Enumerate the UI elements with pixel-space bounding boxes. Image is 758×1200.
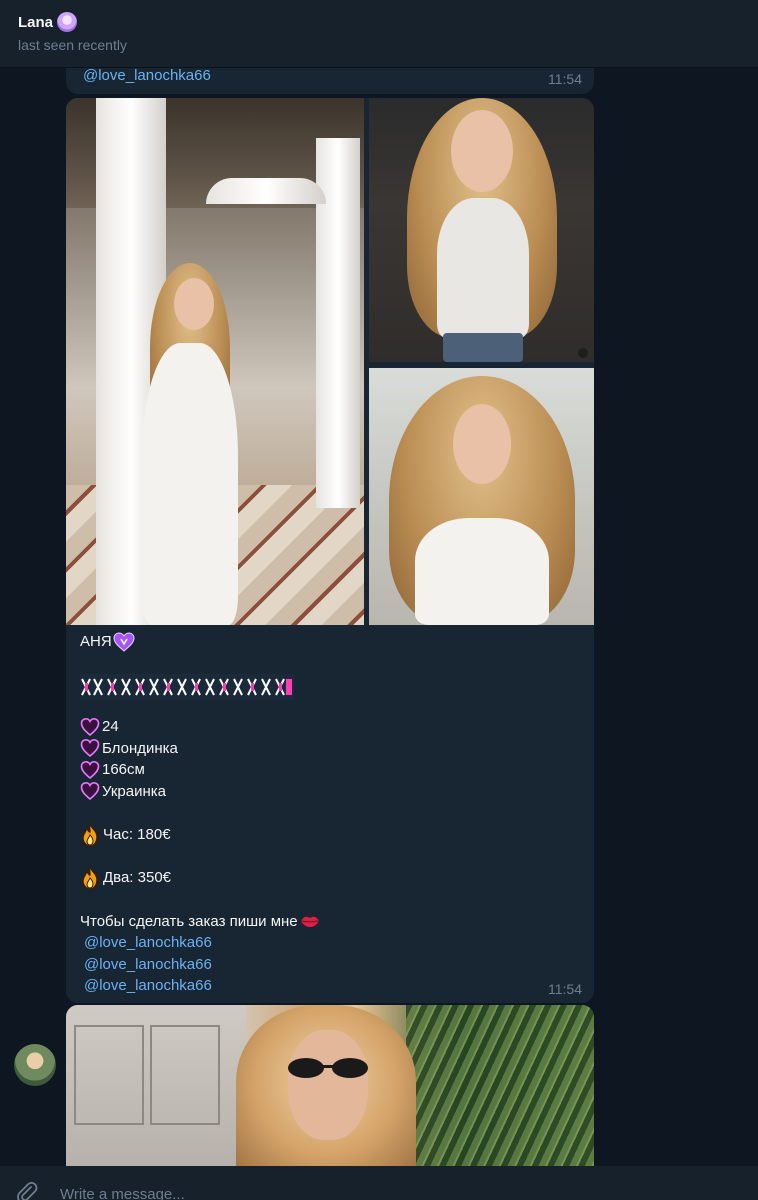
watermark-icon	[578, 348, 588, 358]
message-composer	[0, 1166, 758, 1200]
heart-outline-icon	[80, 717, 100, 737]
photo-person-blouse	[415, 518, 549, 625]
pink-patterned-banner	[80, 674, 294, 700]
previous-message-bubble: @love_lanochka66 11:54	[66, 68, 594, 94]
photo-person-face	[174, 278, 214, 330]
photo-person-face	[451, 110, 513, 192]
detail-age: 24	[80, 716, 580, 738]
fire-icon	[80, 822, 100, 847]
lips-icon	[300, 914, 320, 928]
photo-person-jeans	[443, 333, 523, 362]
fire-icon	[80, 866, 100, 890]
heart-outline-icon	[80, 738, 100, 758]
sunglasses-icon	[288, 1058, 368, 1078]
caption-title-line: АНЯ	[80, 631, 580, 653]
detail-nationality-text: Украинка	[102, 782, 166, 800]
order-line: Чтобы сделать заказ пиши мне	[80, 911, 580, 933]
photo-truck-panel	[74, 1025, 144, 1125]
message-time: 11:54	[548, 981, 582, 997]
photo-truck	[66, 1005, 246, 1166]
photo-truck-panel	[150, 1025, 220, 1125]
photo-person-dress	[142, 343, 238, 625]
message-input[interactable]	[60, 1185, 660, 1200]
detail-height: 166см	[80, 759, 580, 781]
chat-header[interactable]: Lana last seen recently	[0, 0, 758, 68]
order-text: Чтобы сделать заказ пиши мне	[80, 912, 298, 930]
mention-link[interactable]: @love_lanochka66	[83, 68, 211, 86]
message-caption: АНЯ 24 Блондинка 166см Украинка Час: 180…	[80, 631, 580, 997]
mention-link[interactable]: @love_lanochka66	[84, 954, 580, 976]
mention-link[interactable]: @love_lanochka66	[84, 975, 580, 997]
photo-person-face	[288, 1030, 368, 1140]
chat-status: last seen recently	[18, 37, 127, 53]
chat-title[interactable]: Lana	[18, 12, 740, 32]
paperclip-icon[interactable]	[14, 1180, 40, 1200]
caption-title: АНЯ	[80, 633, 112, 650]
message-bubble: АНЯ 24 Блондинка 166см Украинка Час: 180…	[66, 98, 594, 1003]
photo-palm-trees	[406, 1005, 594, 1166]
photo-woman-white-dress-arches[interactable]	[66, 98, 364, 625]
price-two-hours-text: Два: 350€	[103, 869, 172, 887]
flower-icon	[57, 12, 78, 32]
photo-woman-white-blouse-light-background[interactable]	[369, 368, 594, 625]
price-hour-text: Час: 180€	[103, 825, 171, 843]
detail-hair: Блондинка	[80, 738, 580, 760]
detail-hair-text: Блондинка	[102, 739, 178, 757]
photo-person-top	[437, 198, 529, 338]
photo-woman-sunglasses-palm-trees[interactable]	[66, 1005, 594, 1166]
mention-link[interactable]: @love_lanochka66	[84, 932, 580, 954]
heart-outline-icon	[80, 760, 100, 780]
photo-person-face	[453, 404, 511, 484]
detail-age-text: 24	[102, 718, 119, 735]
caption-decoration-line	[80, 674, 580, 700]
detail-height-text: 166см	[102, 761, 145, 778]
sender-avatar[interactable]	[14, 1044, 56, 1086]
chat-name: Lana	[18, 13, 54, 31]
photo-woman-white-top-dark-background[interactable]	[369, 98, 594, 362]
detail-nationality: Украинка	[80, 781, 580, 803]
message-list[interactable]: @love_lanochka66 11:54 АНЯ 24 Блондинка …	[0, 68, 758, 1166]
price-two-hours: Два: 350€	[80, 866, 580, 890]
heart-outline-icon	[80, 781, 100, 801]
price-hour: Час: 180€	[80, 822, 580, 847]
message-time: 11:54	[548, 71, 582, 87]
purple-heart-icon	[113, 632, 135, 652]
photo-arch	[206, 178, 326, 204]
